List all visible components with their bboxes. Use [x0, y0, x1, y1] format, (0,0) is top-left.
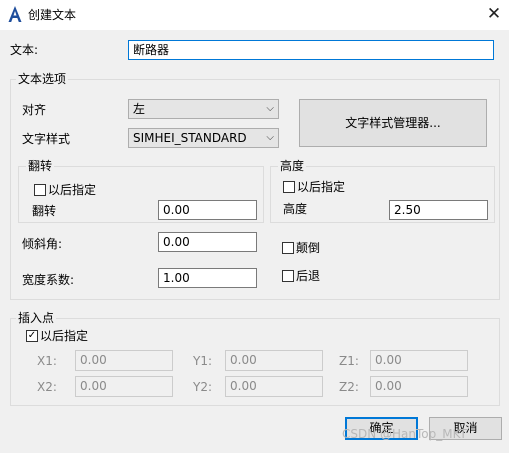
height-input[interactable]: 2.50 [389, 200, 488, 220]
oblique-input[interactable]: 0.00 [158, 232, 257, 252]
height-later-checkbox[interactable] [283, 181, 295, 193]
x1-label: X1: [37, 354, 57, 368]
y1-input[interactable]: 0.00 [225, 350, 323, 371]
y2-input[interactable]: 0.00 [225, 376, 323, 397]
style-value: SIMHEI_STANDARD [133, 131, 247, 145]
style-select[interactable]: SIMHEI_STANDARD ⌵ [128, 128, 279, 148]
align-value: 左 [133, 102, 146, 116]
x2-input[interactable]: 0.00 [75, 376, 173, 397]
insert-point-title: 插入点 [16, 310, 57, 326]
chevron-down-icon: ⌵ [266, 132, 274, 143]
title-bar [0, 0, 509, 30]
backwards-label: 后退 [296, 269, 321, 283]
flip-later-checkbox[interactable] [34, 184, 46, 196]
x2-label: X2: [37, 380, 57, 394]
y2-label: Y2: [193, 380, 213, 394]
upside-down-checkbox[interactable] [282, 242, 294, 254]
align-label: 对齐 [22, 103, 47, 117]
oblique-label: 倾斜角: [22, 237, 63, 251]
style-manager-button[interactable]: 文字样式管理器... [299, 99, 487, 147]
flip-title: 翻转 [26, 158, 55, 174]
height-field-label: 高度 [283, 202, 308, 216]
width-factor-label: 宽度系数: [22, 273, 75, 287]
watermark: CSDN @HanTop_MKT [342, 427, 467, 441]
flip-input[interactable]: 0.00 [158, 200, 257, 220]
y1-label: Y1: [193, 354, 213, 368]
height-later-label: 以后指定 [297, 180, 346, 194]
text-input[interactable]: 断路器 [128, 40, 494, 60]
text-options-title: 文本选项 [16, 71, 69, 87]
upside-down-label: 颠倒 [296, 241, 321, 255]
z1-input[interactable]: 0.00 [370, 350, 468, 371]
insert-later-checkbox[interactable]: ✓ [26, 330, 38, 342]
window-title: 创建文本 [28, 8, 77, 22]
a-letter-icon [8, 6, 22, 22]
height-title: 高度 [278, 158, 307, 174]
text-label: 文本: [10, 43, 39, 57]
style-label: 文字样式 [22, 132, 71, 146]
chevron-down-icon: ⌵ [266, 103, 274, 114]
z1-label: Z1: [339, 354, 359, 368]
flip-later-label: 以后指定 [48, 183, 97, 197]
close-icon[interactable]: ✕ [483, 3, 505, 25]
flip-field-label: 翻转 [32, 204, 57, 218]
x1-input[interactable]: 0.00 [75, 350, 173, 371]
backwards-checkbox[interactable] [282, 270, 294, 282]
align-select[interactable]: 左 ⌵ [128, 99, 279, 119]
width-factor-input[interactable]: 1.00 [158, 268, 257, 288]
z2-label: Z2: [339, 380, 359, 394]
z2-input[interactable]: 0.00 [370, 376, 468, 397]
insert-later-label: 以后指定 [40, 329, 89, 343]
